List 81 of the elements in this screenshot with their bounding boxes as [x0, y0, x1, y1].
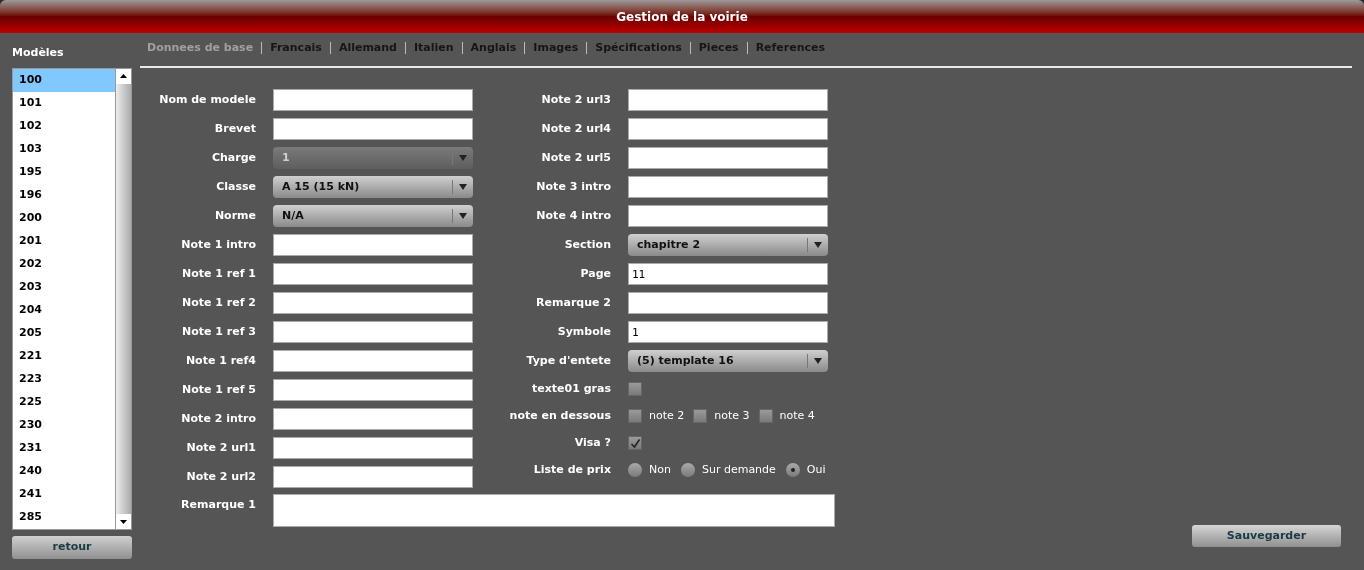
field-label: texte01 gras [531, 380, 611, 397]
field-label: Norme [213, 207, 256, 224]
dropdown[interactable]: (5) template 16 [628, 350, 828, 372]
radio-label: Non [649, 461, 671, 478]
text-field[interactable] [273, 234, 473, 256]
field-label: Note 3 intro [535, 178, 611, 195]
text-field[interactable] [628, 118, 828, 140]
field-label: Brevet [213, 120, 256, 137]
text-field[interactable] [628, 147, 828, 169]
caret-icon [459, 213, 467, 219]
text-field[interactable] [273, 379, 473, 401]
field-label: Note 2 url5 [540, 149, 611, 166]
caret-icon [814, 358, 822, 364]
field-label: Note 4 intro [535, 207, 611, 224]
text-field[interactable] [628, 176, 828, 198]
checkbox-label: note 4 [779, 407, 815, 424]
scroll-down-icon[interactable] [116, 514, 131, 529]
checkbox[interactable] [628, 382, 642, 396]
field-label: Liste de prix [532, 461, 611, 478]
text-field[interactable] [273, 466, 473, 488]
field-label: Note 1 ref 2 [181, 294, 256, 311]
radio-button[interactable] [785, 463, 800, 477]
text-field[interactable] [273, 118, 473, 140]
field-label: Note 2 url1 [185, 439, 256, 456]
field-label: Symbole [556, 323, 611, 340]
field-label: Note 1 ref 3 [181, 323, 256, 340]
text-field[interactable] [273, 292, 473, 314]
field-label: Note 1 ref4 [184, 352, 256, 369]
field-label: Note 2 url4 [540, 120, 611, 137]
field-label: Note 2 intro [180, 410, 256, 427]
field-label: note en dessous [508, 407, 611, 424]
field-label: Type d'entete [525, 352, 611, 369]
text-field[interactable] [273, 350, 473, 372]
checkbox-label: note 3 [714, 407, 750, 424]
field-label: Note 1 ref 5 [181, 381, 256, 398]
field-label: Charge [210, 149, 256, 166]
back-button[interactable]: retour [12, 536, 132, 559]
checkbox[interactable] [758, 409, 773, 423]
checkmark-icon [629, 437, 641, 449]
caret-icon [459, 155, 467, 161]
field-label: Note 2 url3 [540, 91, 611, 108]
dropdown[interactable]: A 15 (15 kN) [273, 176, 473, 198]
radio-button[interactable] [680, 463, 695, 477]
field-label: Note 1 ref 1 [181, 265, 256, 282]
text-field[interactable] [273, 408, 473, 430]
caret-icon [459, 184, 467, 190]
window-title: Gestion de la voirie [0, 0, 1364, 33]
text-field[interactable] [273, 437, 473, 459]
radio-label: Sur demande [701, 461, 776, 478]
scrollbar[interactable] [115, 69, 131, 529]
text-field[interactable] [628, 292, 828, 314]
field-label: Remarque 1 [180, 497, 256, 513]
field-label: Visa ? [573, 434, 611, 451]
radio-label: Oui [806, 461, 826, 478]
save-button[interactable]: Sauvegarder [1192, 525, 1341, 547]
text-field[interactable] [628, 205, 828, 227]
checkbox-label: note 2 [649, 407, 685, 424]
text-field[interactable] [273, 263, 473, 285]
field-label: Page [579, 265, 611, 282]
field-label: Section [563, 236, 611, 253]
checkbox[interactable] [693, 409, 708, 423]
text-field[interactable] [273, 321, 473, 343]
dropdown[interactable]: N/A [273, 205, 473, 227]
field-label: Note 1 intro [180, 236, 256, 253]
sidebar-title: Modèles [12, 45, 65, 61]
field-label: Nom de modele [158, 91, 256, 108]
radio-button[interactable] [628, 463, 642, 477]
text-field[interactable] [628, 89, 828, 111]
field-label: Classe [215, 178, 256, 195]
model-list-item[interactable]: 100 [13, 69, 115, 92]
remark-field[interactable] [273, 494, 835, 527]
checkbox[interactable] [628, 436, 642, 450]
text-field[interactable] [273, 89, 473, 111]
scroll-up-icon[interactable] [116, 69, 131, 84]
text-field[interactable]: 1 [628, 321, 828, 343]
dropdown[interactable]: chapitre 2 [628, 234, 828, 256]
field-label: Note 2 url2 [185, 468, 256, 485]
field-label: Remarque 2 [535, 294, 611, 311]
checkbox[interactable] [628, 409, 642, 423]
caret-icon [814, 242, 822, 248]
text-field[interactable]: 11 [628, 263, 828, 285]
